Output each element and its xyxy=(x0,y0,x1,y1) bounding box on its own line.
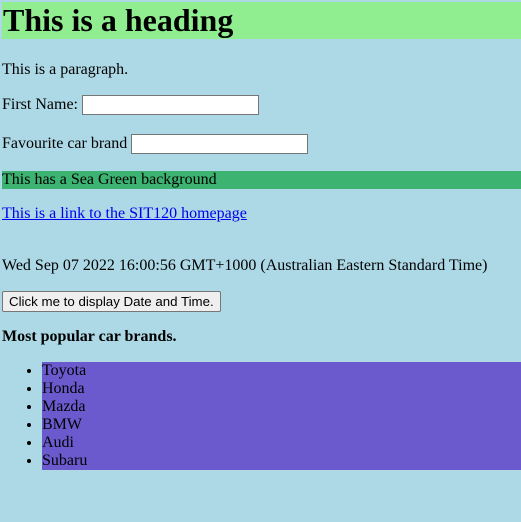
list-item: Mazda xyxy=(42,398,521,416)
list-item: Subaru xyxy=(42,452,521,470)
car-brand-row: Favourite car brand xyxy=(2,134,309,154)
sit120-homepage-link[interactable]: This is a link to the SIT120 homepage xyxy=(2,205,247,223)
first-name-input[interactable] xyxy=(82,95,259,115)
list-item: BMW xyxy=(42,416,521,434)
sea-green-banner: This has a Sea Green background xyxy=(2,171,521,189)
car-brands-list: Toyota Honda Mazda BMW Audi Subaru xyxy=(42,362,521,470)
page-heading: This is a heading xyxy=(2,2,521,39)
first-name-label: First Name: xyxy=(2,96,78,113)
date-time-display: Wed Sep 07 2022 16:00:56 GMT+1000 (Austr… xyxy=(2,257,488,274)
car-brands-title: Most popular car brands. xyxy=(2,328,177,345)
intro-paragraph: This is a paragraph. xyxy=(2,61,129,78)
list-item: Honda xyxy=(42,380,521,398)
car-brand-input[interactable] xyxy=(131,134,309,154)
list-item: Toyota xyxy=(42,362,521,380)
display-date-time-button[interactable]: Click me to display Date and Time. xyxy=(2,291,221,312)
list-item: Audi xyxy=(42,434,521,452)
first-name-row: First Name: xyxy=(2,95,259,115)
car-brand-label: Favourite car brand xyxy=(2,135,128,152)
